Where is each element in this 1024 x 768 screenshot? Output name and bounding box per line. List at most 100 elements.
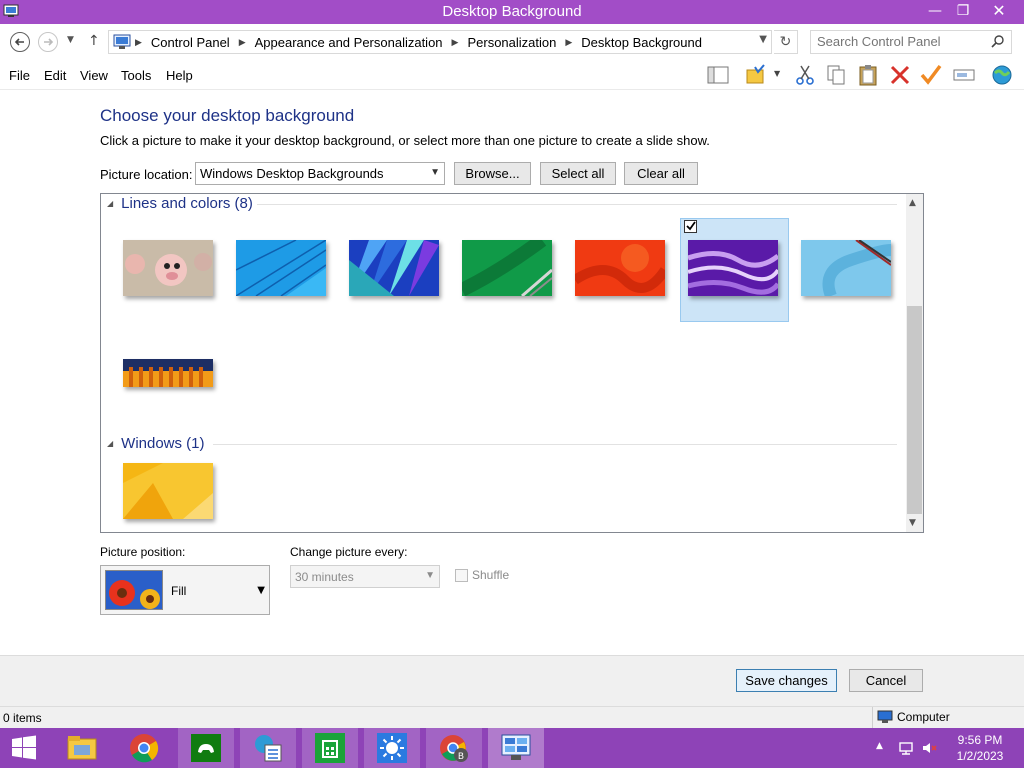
search-icon[interactable] — [991, 34, 1005, 48]
breadcrumb-appearance[interactable]: Appearance and Personalization — [255, 35, 443, 50]
close-button[interactable]: ✕ — [976, 0, 1022, 22]
scroll-up-arrow-icon[interactable]: ▲ — [909, 198, 916, 208]
picture-thumbnail-green-ribbons[interactable] — [458, 234, 553, 298]
clock-date: 1/2/2023 — [956, 749, 1004, 763]
search-input[interactable] — [817, 34, 987, 49]
clear-all-button[interactable]: Clear all — [624, 162, 698, 185]
scroll-down-arrow-icon[interactable]: ▼ — [909, 518, 916, 528]
taskbar-task-manager[interactable] — [240, 728, 296, 768]
folder-options-icon[interactable] — [745, 64, 769, 86]
picture-position-value: Fill — [171, 584, 187, 598]
title-bar: Desktop Background — ❐ ✕ — [0, 0, 1024, 24]
volume-muted-icon[interactable] — [921, 740, 937, 756]
picture-thumbnail-blue-lines[interactable] — [235, 239, 327, 297]
refresh-button[interactable]: ↻ — [774, 30, 798, 54]
taskbar-weather[interactable] — [364, 728, 420, 768]
vertical-scrollbar[interactable]: ▲ ▼ — [906, 194, 923, 532]
search-box[interactable] — [810, 30, 1012, 54]
change-picture-interval-dropdown[interactable]: 30 minutes ▼ — [290, 565, 440, 588]
rename-icon[interactable] — [952, 64, 976, 86]
taskbar-chrome[interactable] — [116, 728, 172, 768]
minimize-button[interactable]: — — [920, 0, 950, 22]
globe-icon[interactable] — [990, 64, 1014, 86]
group-header-lines-and-colors[interactable]: ◢ Lines and colors (8) — [107, 195, 253, 212]
chevron-down-icon: ▼ — [430, 167, 440, 178]
picture-location-value: Windows Desktop Backgrounds — [200, 166, 384, 181]
picture-position-label: Picture position: — [100, 545, 186, 559]
control-panel-icon — [113, 34, 131, 49]
select-all-button[interactable]: Select all — [540, 162, 616, 185]
scrollbar-thumb[interactable] — [907, 306, 922, 514]
taskbar-store[interactable] — [302, 728, 358, 768]
group-title: Lines and colors (8) — [121, 195, 253, 212]
clock[interactable]: 9:56 PM 1/2/2023 — [950, 732, 1010, 764]
back-button[interactable] — [10, 32, 30, 52]
show-hidden-icons-icon[interactable]: ▲ — [876, 741, 883, 751]
address-dropdown-icon[interactable]: ▼ — [759, 34, 767, 45]
delete-icon[interactable] — [888, 64, 912, 86]
group-header-windows[interactable]: ◢ Windows (1) — [107, 435, 205, 452]
menu-view[interactable]: View — [80, 68, 108, 83]
taskbar: B ▲ 9:56 PM 1/2/2023 — [0, 728, 1024, 768]
chevron-down-icon: ▼ — [425, 570, 435, 581]
picture-thumbnail-cartoon-pig[interactable] — [123, 240, 213, 296]
start-button[interactable] — [0, 728, 56, 768]
picture-checkbox[interactable] — [684, 220, 697, 233]
breadcrumb-personalization[interactable]: Personalization — [467, 35, 556, 50]
shuffle-label: Shuffle — [472, 568, 510, 582]
layout-pane-icon[interactable] — [706, 64, 730, 86]
breadcrumb-separator-icon[interactable]: ▶ — [565, 37, 572, 50]
menu-help[interactable]: Help — [166, 68, 193, 83]
back-arrow-icon — [14, 38, 24, 46]
forward-arrow-icon — [44, 38, 54, 46]
menu-bar: File Edit View Tools Help ▼ — [0, 60, 1024, 90]
picture-thumbnail-orange-blocks[interactable] — [123, 359, 213, 387]
browse-button[interactable]: Browse... — [454, 162, 531, 185]
taskbar-control-panel[interactable] — [488, 728, 544, 768]
picture-thumbnail-light-blue-abstract[interactable] — [801, 239, 892, 299]
maximize-button[interactable]: ❐ — [948, 0, 978, 22]
checkmark-icon — [686, 221, 696, 231]
taskbar-xbox-games[interactable] — [178, 728, 234, 768]
taskbar-chrome-profile[interactable]: B — [426, 728, 482, 768]
taskbar-file-explorer[interactable] — [54, 728, 110, 768]
picture-position-dropdown[interactable]: Fill ▼ — [100, 565, 270, 615]
cancel-button[interactable]: Cancel — [849, 669, 923, 692]
breadcrumb-desktop-background[interactable]: Desktop Background — [581, 35, 702, 50]
picture-thumbnail-blue-fan[interactable] — [349, 240, 439, 296]
menu-tools[interactable]: Tools — [121, 68, 151, 83]
up-arrow-icon[interactable]: ↑ — [88, 33, 100, 49]
collapse-triangle-icon[interactable]: ◢ — [107, 199, 113, 208]
copy-icon[interactable] — [824, 64, 848, 86]
picture-list: ◢ Lines and colors (8) ◢ Windows (1) ▲ ▼ — [100, 193, 924, 533]
breadcrumb-control-panel[interactable]: Control Panel — [151, 35, 230, 50]
menu-file[interactable]: File — [9, 68, 30, 83]
store-icon — [315, 733, 345, 763]
network-icon[interactable] — [898, 740, 914, 756]
window-title: Desktop Background — [442, 3, 582, 20]
paste-icon[interactable] — [856, 64, 880, 86]
breadcrumb-separator-icon[interactable]: ▶ — [452, 37, 459, 50]
shuffle-checkbox-box[interactable] — [455, 568, 468, 582]
picture-thumbnail-yellow-windows[interactable] — [123, 463, 213, 519]
picture-thumbnail-purple-waves[interactable] — [687, 240, 781, 296]
address-bar[interactable]: ▶ Control Panel ▶ Appearance and Persona… — [108, 30, 772, 54]
recent-locations-chevron-icon[interactable]: ▼ — [67, 35, 74, 45]
gamepad-icon — [191, 734, 221, 762]
chrome-icon — [130, 734, 159, 763]
folder-options-dropdown-icon[interactable]: ▼ — [774, 69, 780, 78]
address-row: ▼ ↑ ▶ Control Panel ▶ Appearance and Per… — [0, 24, 1024, 60]
picture-thumbnail-red-waves[interactable] — [572, 240, 670, 296]
forward-button[interactable] — [38, 32, 58, 52]
save-changes-button[interactable]: Save changes — [736, 669, 837, 692]
collapse-triangle-icon[interactable]: ◢ — [107, 439, 113, 448]
cut-icon[interactable] — [793, 64, 817, 86]
shuffle-checkbox[interactable]: Shuffle — [455, 568, 509, 582]
properties-check-icon[interactable] — [919, 64, 943, 86]
menu-edit[interactable]: Edit — [44, 68, 66, 83]
status-divider — [872, 707, 873, 729]
breadcrumb-separator-icon[interactable]: ▶ — [239, 37, 246, 50]
picture-location-dropdown[interactable]: Windows Desktop Backgrounds ▼ — [195, 162, 445, 185]
breadcrumb-separator-icon: ▶ — [135, 37, 142, 47]
status-location: Computer — [877, 710, 950, 724]
